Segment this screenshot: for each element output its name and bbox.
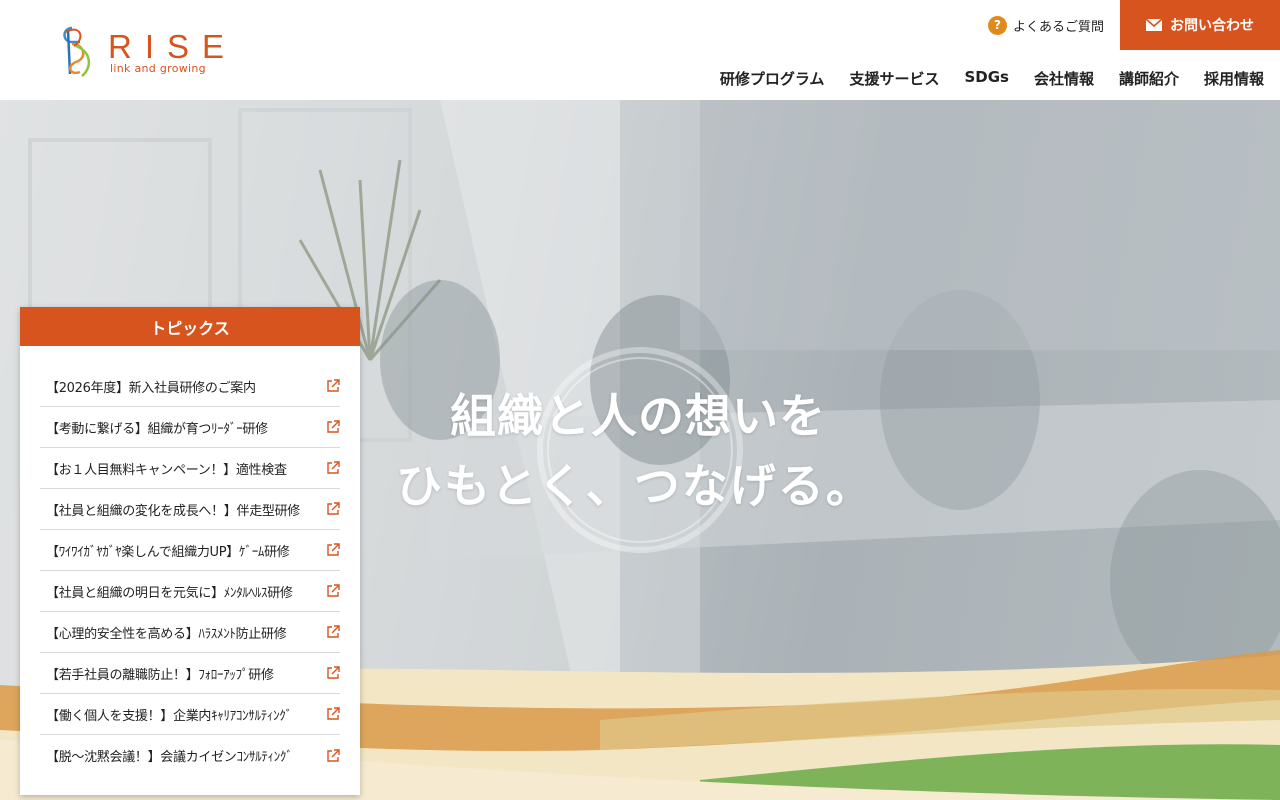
external-link-icon	[327, 543, 340, 556]
topic-item[interactable]: 【ﾜｲﾜｲｶﾞﾔｶﾞﾔ楽しんで組織力UP】ｹﾞｰﾑ研修	[40, 530, 340, 571]
topic-label: 【2026年度】新入社員研修のご案内	[46, 380, 256, 396]
topic-label: 【脱～沈黙会議！】会議カイゼンｺﾝｻﾙﾃｨﾝｸﾞ	[46, 750, 293, 765]
topics-list: 【2026年度】新入社員研修のご案内 【考動に繋げる】組織が育つﾘｰﾀﾞｰ研修 …	[20, 346, 360, 776]
faq-link[interactable]: ? よくあるご質問	[988, 14, 1104, 36]
nav-item-company[interactable]: 会社情報	[1034, 68, 1094, 89]
rise-logo[interactable]: RISE link and growing	[58, 22, 248, 82]
topic-item[interactable]: 【若手社員の離職防止！】ﾌｫﾛｰｱｯﾌﾟ研修	[40, 653, 340, 694]
topic-label: 【社員と組織の変化を成長へ！】伴走型研修	[46, 503, 301, 519]
topic-item[interactable]: 【社員と組織の変化を成長へ！】伴走型研修	[40, 489, 340, 530]
topic-label: 【働く個人を支援！】企業内ｷｬﾘｱｺﾝｻﾙﾃｨﾝｸﾞ	[46, 708, 293, 724]
logo-tagline: link and growing	[110, 62, 206, 75]
external-link-icon	[327, 748, 340, 762]
topic-label: 【社員と組織の明日を元気に】ﾒﾝﾀﾙﾍﾙｽ研修	[46, 585, 293, 601]
topic-item[interactable]: 【心理的安全性を高める】ﾊﾗｽﾒﾝﾄ防止研修	[40, 612, 340, 653]
topic-item[interactable]: 【脱～沈黙会議！】会議カイゼンｺﾝｻﾙﾃｨﾝｸﾞ	[40, 735, 340, 776]
question-circle-icon: ?	[988, 15, 1007, 35]
logo-mark-icon	[63, 26, 90, 77]
external-link-icon	[327, 420, 340, 433]
external-link-icon	[327, 379, 340, 392]
topic-label: 【お１人目無料キャンペーン！】適性検査	[46, 462, 287, 478]
topic-item[interactable]: 【働く個人を支援！】企業内ｷｬﾘｱｺﾝｻﾙﾃｨﾝｸﾞ	[40, 694, 340, 735]
site-header: RISE link and growing ? よくあるご質問 お問い合わせ 研…	[0, 0, 1280, 100]
external-link-icon	[327, 502, 340, 515]
topics-title: トピックス	[20, 307, 360, 346]
external-link-icon	[327, 625, 340, 638]
topic-item[interactable]: 【2026年度】新入社員研修のご案内	[40, 366, 340, 407]
topic-label: 【心理的安全性を高める】ﾊﾗｽﾒﾝﾄ防止研修	[46, 626, 287, 642]
external-link-icon	[327, 666, 340, 679]
contact-label: お問い合わせ	[1170, 18, 1254, 34]
nav-item-recruit[interactable]: 採用情報	[1204, 68, 1264, 89]
external-link-icon	[327, 461, 340, 474]
topic-item[interactable]: 【お１人目無料キャンペーン！】適性検査	[40, 448, 340, 489]
mail-icon	[1146, 19, 1162, 31]
topic-item[interactable]: 【考動に繋げる】組織が育つﾘｰﾀﾞｰ研修	[40, 407, 340, 448]
logo-wordmark: RISE	[108, 28, 238, 65]
topics-panel: トピックス 【2026年度】新入社員研修のご案内 【考動に繋げる】組織が育つﾘｰ…	[20, 307, 360, 795]
topic-item[interactable]: 【社員と組織の明日を元気に】ﾒﾝﾀﾙﾍﾙｽ研修	[40, 571, 340, 612]
nav-item-support[interactable]: 支援サービス	[849, 68, 939, 89]
external-link-icon	[327, 584, 340, 597]
nav-item-training[interactable]: 研修プログラム	[720, 68, 825, 89]
contact-button[interactable]: お問い合わせ	[1120, 0, 1280, 50]
faq-label: よくあるご質問	[1013, 19, 1105, 35]
global-nav: 研修プログラム 支援サービス SDGs 会社情報 講師紹介 採用情報	[695, 68, 1264, 89]
topic-label: 【若手社員の離職防止！】ﾌｫﾛｰｱｯﾌﾟ研修	[46, 667, 274, 683]
topic-label: 【ﾜｲﾜｲｶﾞﾔｶﾞﾔ楽しんで組織力UP】ｹﾞｰﾑ研修	[46, 544, 290, 560]
nav-item-instructors[interactable]: 講師紹介	[1119, 68, 1179, 89]
external-link-icon	[327, 707, 340, 720]
catchcopy-line-2: ひもとく、つなげる。	[396, 459, 874, 513]
catchcopy-line-1: 組織と人の想いを	[450, 389, 826, 443]
topic-label: 【考動に繋げる】組織が育つﾘｰﾀﾞｰ研修	[46, 421, 268, 437]
nav-item-sdgs[interactable]: SDGs	[964, 68, 1009, 89]
